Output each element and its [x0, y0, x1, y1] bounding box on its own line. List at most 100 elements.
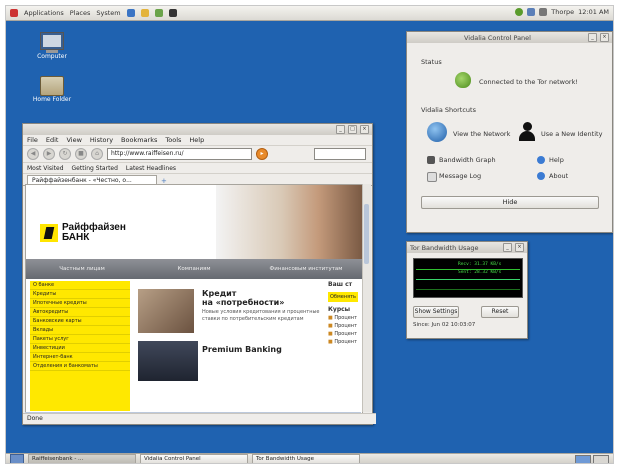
workspace-2[interactable] — [593, 455, 609, 463]
left-menu-item[interactable]: Инвестиции — [30, 344, 130, 353]
article-title[interactable]: Кредит на «потребности» — [202, 289, 284, 307]
help-icon[interactable] — [537, 156, 545, 164]
left-menu-item[interactable]: Интернет-банк — [30, 353, 130, 362]
maximize-button[interactable]: □ — [348, 125, 357, 134]
bandwidth-graph-link[interactable]: Bandwidth Graph — [439, 156, 496, 164]
stop-icon[interactable]: ■ — [75, 148, 87, 160]
message-log-icon[interactable] — [427, 172, 437, 182]
left-menu-item[interactable]: О банке — [30, 281, 130, 290]
back-icon[interactable]: ◀ — [27, 148, 39, 160]
promo-image[interactable] — [138, 341, 198, 381]
desktop-icon-home[interactable]: Home Folder — [32, 76, 72, 103]
left-menu: О банке Кредиты Ипотечные кредиты Автокр… — [30, 281, 130, 411]
left-menu-item[interactable]: Пакеты услуг — [30, 335, 130, 344]
home-folder-icon — [40, 76, 64, 96]
menu-tools[interactable]: Tools — [165, 136, 181, 144]
vertical-scrollbar[interactable] — [362, 184, 371, 412]
reload-icon[interactable]: ↻ — [59, 148, 71, 160]
shortcuts-heading: Vidalia Shortcuts — [421, 106, 476, 114]
rate-item[interactable]: Процент — [328, 323, 360, 329]
task-browser[interactable]: Raiffeisenbank - ... — [28, 454, 136, 463]
task-bandwidth[interactable]: Tor Bandwidth Usage — [252, 454, 360, 463]
bandwidth-titlebar[interactable]: Tor Bandwidth Usage _ × — [407, 242, 527, 253]
desktop-icon-computer[interactable]: Computer — [32, 32, 72, 60]
reset-button[interactable]: Reset — [481, 306, 519, 318]
bank-logo[interactable]: Райффайзен БАНК — [40, 223, 126, 243]
identity-icon[interactable] — [519, 122, 535, 142]
show-settings-button[interactable]: Show Settings — [413, 306, 459, 318]
forward-icon[interactable]: ▶ — [43, 148, 55, 160]
mail-launcher-icon[interactable] — [140, 9, 149, 17]
home-icon[interactable]: ⌂ — [91, 148, 103, 160]
site-nav-item[interactable]: Частным лицам — [26, 266, 138, 272]
go-icon[interactable]: ▸ — [256, 148, 268, 160]
promo-title[interactable]: Premium Banking — [202, 345, 282, 354]
applications-menu[interactable]: Applications — [24, 9, 64, 17]
left-menu-item[interactable]: Вклады — [30, 326, 130, 335]
left-menu-item[interactable]: Ипотечные кредиты — [30, 299, 130, 308]
tor-onion-icon[interactable] — [515, 8, 524, 16]
network-icon[interactable] — [527, 8, 536, 16]
about-icon[interactable] — [537, 172, 545, 180]
about-link[interactable]: About — [549, 172, 568, 180]
terminal-launcher-icon[interactable] — [168, 9, 177, 17]
left-menu-item[interactable]: Кредиты — [30, 290, 130, 299]
article-text: Новые условия кредитования и процентные … — [202, 309, 320, 322]
bandwidth-window: Tor Bandwidth Usage _ × Recv: 31.37 KB/s… — [406, 241, 528, 339]
foot-icon — [10, 9, 18, 17]
search-input[interactable] — [314, 148, 366, 160]
help-launcher-icon[interactable] — [154, 9, 163, 17]
browser-titlebar[interactable]: _ □ × — [23, 124, 372, 135]
workspace-1[interactable] — [575, 455, 591, 463]
show-desktop-icon[interactable] — [10, 454, 24, 463]
system-menu[interactable]: System — [96, 9, 120, 17]
rate-item[interactable]: Процент — [328, 315, 360, 321]
menu-bookmarks[interactable]: Bookmarks — [121, 136, 157, 144]
graph-recv-label: Recv: 31.37 KB/s — [458, 262, 502, 267]
bandwidth-title: Tor Bandwidth Usage — [410, 243, 479, 252]
onion-icon — [455, 72, 471, 88]
menu-file[interactable]: File — [27, 136, 38, 144]
article-image[interactable] — [138, 289, 194, 333]
new-identity-link[interactable]: Use a New Identity — [541, 130, 602, 138]
bandwidth-graph-icon[interactable] — [427, 156, 435, 164]
left-menu-item[interactable]: Банковские карты — [30, 317, 130, 326]
url-input[interactable]: http://www.raiffeisen.ru/ — [107, 148, 252, 160]
status-text: Connected to the Tor network! — [479, 78, 578, 86]
menu-view[interactable]: View — [66, 136, 81, 144]
clock[interactable]: 12:01 AM — [578, 8, 609, 16]
help-link[interactable]: Help — [549, 156, 564, 164]
vidalia-titlebar[interactable]: Vidalia Control Panel _ × — [407, 32, 612, 43]
bookmark-most-visited[interactable]: Most Visited — [27, 165, 64, 172]
message-log-link[interactable]: Message Log — [439, 172, 481, 180]
view-network-link[interactable]: View the Network — [453, 130, 510, 138]
left-menu-item[interactable]: Автокредиты — [30, 308, 130, 317]
site-nav-item[interactable]: Компаниям — [138, 266, 250, 272]
site-nav-item[interactable]: Финансовым институтам — [250, 266, 362, 272]
rate-item[interactable]: Процент — [328, 331, 360, 337]
browser-launcher-icon[interactable] — [126, 9, 135, 17]
menu-help[interactable]: Help — [189, 136, 204, 144]
minimize-button[interactable]: _ — [588, 33, 597, 42]
task-vidalia[interactable]: Vidalia Control Panel — [140, 454, 248, 463]
minimize-button[interactable]: _ — [503, 243, 512, 252]
bookmark-latest-headlines[interactable]: Latest Headlines — [126, 165, 176, 172]
hide-button[interactable]: Hide — [421, 196, 599, 209]
volume-icon[interactable] — [539, 8, 548, 16]
user-name[interactable]: Thorpe — [551, 8, 574, 16]
rate-item[interactable]: Процент — [328, 339, 360, 345]
close-button[interactable]: × — [600, 33, 609, 42]
right-heading: Ваш ст — [328, 281, 353, 288]
menu-edit[interactable]: Edit — [46, 136, 59, 144]
top-menus: Applications Places System — [6, 9, 177, 17]
places-menu[interactable]: Places — [70, 9, 91, 17]
menu-history[interactable]: History — [90, 136, 113, 144]
globe-icon[interactable] — [427, 122, 447, 142]
bookmark-getting-started[interactable]: Getting Started — [72, 165, 118, 172]
exchange-button[interactable]: Обменять — [328, 292, 358, 302]
close-button[interactable]: × — [360, 125, 369, 134]
close-button[interactable]: × — [515, 243, 524, 252]
left-menu-item[interactable]: Отделения и банкоматы — [30, 362, 130, 371]
minimize-button[interactable]: _ — [336, 125, 345, 134]
bank-name-line2: БАНК — [62, 232, 90, 243]
